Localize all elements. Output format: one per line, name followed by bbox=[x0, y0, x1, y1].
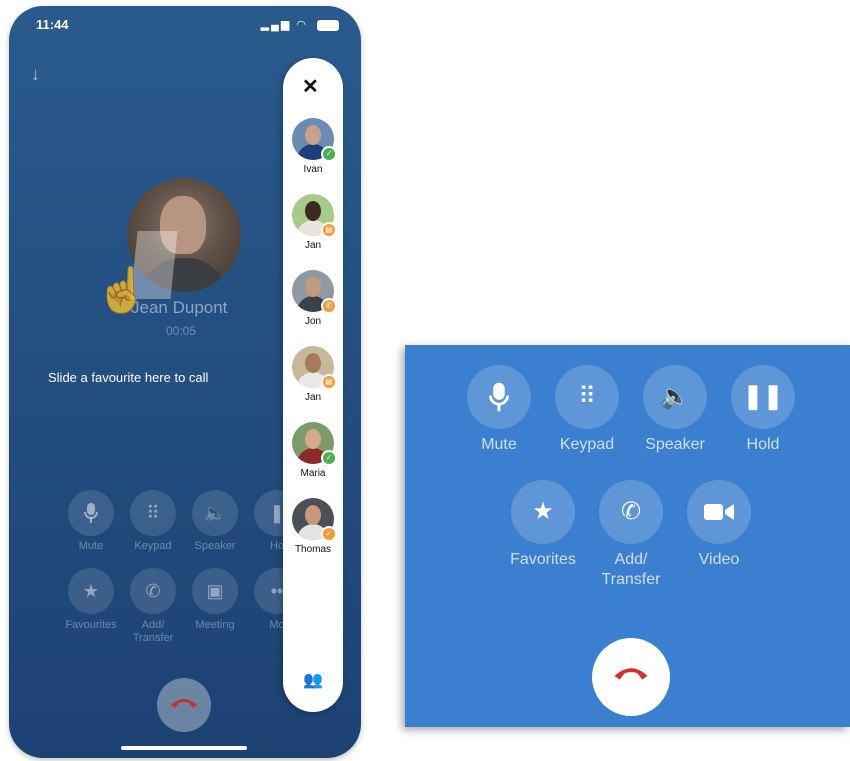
meeting-icon: ▣ bbox=[206, 581, 224, 601]
keypad-label: Keypad bbox=[134, 540, 172, 552]
hold-label: Hold bbox=[746, 436, 780, 453]
keypad-icon: ⠿ bbox=[146, 503, 160, 523]
favourites-button[interactable]: ★ bbox=[68, 568, 114, 614]
favourite-contact[interactable]: ▤ Jan bbox=[291, 346, 337, 403]
favourite-name: Jon bbox=[304, 316, 322, 327]
slide-favourite-hint: Slide a favourite here to call bbox=[48, 370, 209, 385]
speaker-icon: 🔈 bbox=[203, 503, 227, 523]
star-icon: ★ bbox=[82, 581, 100, 601]
add-call-icon: ✆ bbox=[145, 581, 161, 601]
speaker-button[interactable]: 🔈 bbox=[192, 490, 238, 536]
speaker-button[interactable]: 🔈 bbox=[643, 365, 707, 429]
close-icon[interactable]: ✕ bbox=[302, 74, 319, 99]
add-call-icon: ✆ bbox=[620, 498, 642, 525]
keypad-label: Keypad bbox=[559, 436, 615, 453]
favourite-contact[interactable]: ✓ Maria bbox=[291, 422, 337, 479]
favourite-name: Thomas bbox=[294, 544, 332, 555]
favourite-name: Jan bbox=[304, 392, 322, 403]
add-transfer-label: Add/ Transfer bbox=[601, 551, 661, 588]
contacts-icon[interactable]: 👥 bbox=[303, 670, 323, 690]
add-transfer-button[interactable]: ✆ bbox=[599, 480, 663, 544]
pause-icon: ❚❚ bbox=[742, 383, 784, 410]
add-transfer-label: Add/ Transfer bbox=[132, 619, 174, 644]
favourite-name: Jan bbox=[304, 240, 322, 251]
status-away-icon: ✓ bbox=[321, 526, 337, 542]
speaker-icon: 🔈 bbox=[660, 383, 690, 410]
video-button[interactable] bbox=[687, 480, 751, 544]
mute-label: Mute bbox=[481, 436, 517, 453]
mute-button[interactable] bbox=[68, 490, 114, 536]
hangup-icon bbox=[614, 668, 648, 680]
favourite-name: Maria bbox=[300, 468, 326, 479]
call-timer: 00:05 bbox=[166, 324, 197, 338]
favourite-name: Ivan bbox=[303, 164, 323, 175]
status-bar: 11:44 ▂▄▆ ◠ bbox=[9, 6, 361, 42]
status-available-icon: ✓ bbox=[321, 146, 337, 162]
favourite-contact[interactable]: ▤ Jan bbox=[291, 194, 337, 251]
meeting-label: Meeting bbox=[195, 619, 235, 631]
avatar-head bbox=[305, 277, 321, 297]
microphone-icon bbox=[84, 503, 98, 523]
minimize-arrow-icon[interactable]: ↓ bbox=[31, 64, 40, 85]
video-camera-icon bbox=[704, 504, 734, 520]
hangup-button[interactable] bbox=[592, 638, 670, 716]
more-icon: •• bbox=[270, 581, 284, 601]
status-time: 11:44 bbox=[36, 17, 69, 32]
microphone-icon bbox=[489, 382, 509, 412]
signal-wifi-battery-icons: ▂▄▆ ◠ bbox=[261, 18, 339, 31]
favourites-panel: ✕ ✓ Ivan ▤ Jan ✆ Jon ▤ Jan ✓ Maria ✓ Tho… bbox=[283, 58, 343, 712]
favorites-label: Favorites bbox=[510, 551, 576, 568]
avatar-head bbox=[305, 201, 321, 221]
zoomed-call-controls: Mute ⠿ Keypad 🔈 Speaker ❚❚ Hold ★ Favori… bbox=[405, 345, 850, 727]
caller-name: Jean Dupont bbox=[131, 298, 228, 317]
speaker-label: Speaker bbox=[645, 436, 705, 453]
status-busy-icon: ▤ bbox=[321, 222, 337, 238]
mute-label: Mute bbox=[78, 540, 104, 552]
status-busy-icon: ▤ bbox=[321, 374, 337, 390]
avatar-head bbox=[305, 505, 321, 525]
hangup-icon bbox=[171, 699, 197, 708]
keypad-button[interactable]: ⠿ bbox=[555, 365, 619, 429]
speaker-label: Speaker bbox=[194, 540, 236, 552]
home-indicator bbox=[121, 746, 247, 750]
meeting-button[interactable]: ▣ bbox=[192, 568, 238, 614]
add-transfer-button[interactable]: ✆ bbox=[130, 568, 176, 614]
hangup-button[interactable] bbox=[157, 678, 211, 732]
favourites-label: Favourites bbox=[65, 619, 117, 631]
battery-icon bbox=[317, 19, 339, 31]
keypad-button[interactable]: ⠿ bbox=[130, 490, 176, 536]
favourite-contact[interactable]: ✓ Thomas bbox=[291, 498, 337, 555]
avatar-head bbox=[305, 125, 321, 145]
avatar-head bbox=[305, 353, 321, 373]
status-available-icon: ✓ bbox=[321, 450, 337, 466]
star-icon: ★ bbox=[532, 498, 554, 525]
video-label: Video bbox=[698, 551, 740, 568]
favourite-contact[interactable]: ✆ Jon bbox=[291, 270, 337, 327]
hold-button[interactable]: ❚❚ bbox=[731, 365, 795, 429]
avatar-head bbox=[305, 429, 321, 449]
favorites-button[interactable]: ★ bbox=[511, 480, 575, 544]
favourite-contact[interactable]: ✓ Ivan bbox=[291, 118, 337, 175]
status-on-call-icon: ✆ bbox=[321, 298, 337, 314]
keypad-icon: ⠿ bbox=[578, 383, 596, 410]
mute-button[interactable] bbox=[467, 365, 531, 429]
